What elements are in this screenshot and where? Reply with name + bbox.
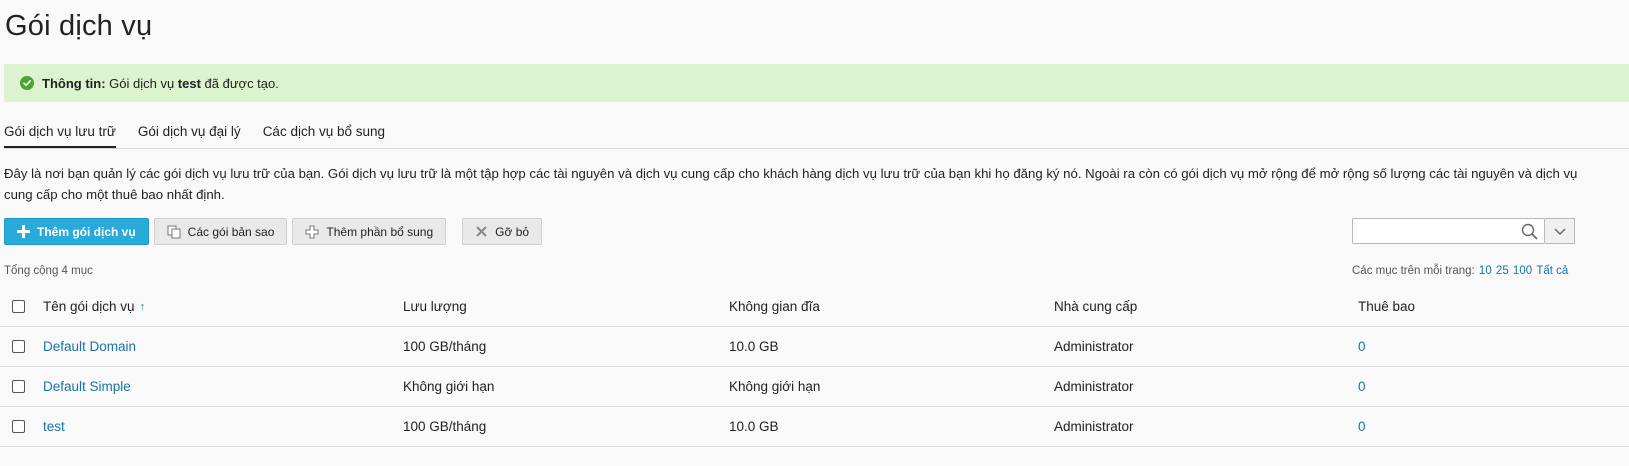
tabs: Gói dịch vụ lưu trữ Gói dịch vụ đại lý C… bbox=[4, 116, 1629, 149]
search-input[interactable] bbox=[1357, 220, 1521, 244]
plan-subscriptions-link[interactable]: 0 bbox=[1358, 367, 1366, 406]
per-page-25[interactable]: 25 bbox=[1496, 265, 1509, 277]
row-checkbox[interactable] bbox=[12, 380, 25, 393]
tab-reseller-plans[interactable]: Gói dịch vụ đại lý bbox=[138, 116, 241, 148]
page-title: Gói dịch vụ bbox=[5, 10, 153, 42]
toolbar: Thêm gói dịch vụ Các gói bản sao Thêm ph… bbox=[4, 218, 547, 245]
plan-provider: Administrator bbox=[1054, 379, 1134, 394]
table-row: test 100 GB/tháng 10.0 GB Administrator … bbox=[0, 407, 1629, 447]
close-icon bbox=[475, 225, 488, 238]
plan-name-link[interactable]: Default Simple bbox=[43, 367, 131, 406]
add-addon-button[interactable]: Thêm phần bổ sung bbox=[292, 218, 447, 245]
remove-label: Gỡ bỏ bbox=[495, 224, 530, 239]
plan-subscriptions-link[interactable]: 0 bbox=[1358, 407, 1366, 446]
search-box bbox=[1352, 218, 1545, 244]
plan-provider: Administrator bbox=[1054, 419, 1134, 434]
plan-traffic: 100 GB/tháng bbox=[403, 339, 487, 354]
table-row: Default Simple Không giới hạn Không giới… bbox=[0, 367, 1629, 407]
plan-disk: 10.0 GB bbox=[729, 419, 779, 434]
plan-name-link[interactable]: test bbox=[43, 407, 65, 446]
sort-ascending-icon: ↑ bbox=[139, 300, 146, 313]
check-circle-icon bbox=[20, 76, 34, 90]
add-addon-label: Thêm phần bổ sung bbox=[326, 224, 434, 239]
plus-icon bbox=[17, 225, 30, 238]
alert-label: Thông tin: bbox=[42, 75, 106, 91]
search-options-toggle[interactable] bbox=[1545, 218, 1575, 244]
table-header: Tên gói dịch vụ ↑ Lưu lượng Không gian đ… bbox=[0, 287, 1629, 327]
alert-plan-name: test bbox=[177, 75, 201, 91]
column-name-label: Tên gói dịch vụ bbox=[43, 299, 135, 314]
per-page-10[interactable]: 10 bbox=[1479, 265, 1492, 277]
chevron-down-icon bbox=[1554, 224, 1566, 239]
per-page-selector: Các mục trên mỗi trang: 10 25 100 Tất cả bbox=[1352, 265, 1568, 277]
plan-traffic: 100 GB/tháng bbox=[403, 419, 487, 434]
alert-text-after: đã được tạo. bbox=[200, 75, 279, 91]
tab-addons[interactable]: Các dịch vụ bổ sung bbox=[263, 116, 385, 148]
remove-button[interactable]: Gỡ bỏ bbox=[462, 218, 543, 245]
column-subscriptions-header[interactable]: Thuê bao bbox=[1358, 287, 1415, 326]
plan-name-link[interactable]: Default Domain bbox=[43, 327, 136, 366]
row-checkbox[interactable] bbox=[12, 420, 25, 433]
total-items: Tổng cộng 4 mục bbox=[4, 265, 93, 277]
search-icon[interactable] bbox=[1521, 223, 1538, 243]
per-page-100[interactable]: 100 bbox=[1513, 265, 1532, 277]
tab-hosting-plans[interactable]: Gói dịch vụ lưu trữ bbox=[4, 116, 116, 148]
select-all-checkbox[interactable] bbox=[12, 300, 25, 313]
column-disk-header[interactable]: Không gian đĩa bbox=[729, 287, 820, 326]
page-description: Đây là nơi bạn quản lý các gói dịch vụ l… bbox=[4, 166, 1578, 202]
per-page-label: Các mục trên mỗi trang: bbox=[1352, 265, 1475, 277]
plan-traffic: Không giới hạn bbox=[403, 379, 495, 394]
plus-outline-icon bbox=[305, 225, 319, 239]
add-plan-button[interactable]: Thêm gói dịch vụ bbox=[4, 218, 149, 245]
copy-plans-button[interactable]: Các gói bản sao bbox=[153, 218, 288, 245]
copy-icon bbox=[167, 225, 181, 239]
column-name-header[interactable]: Tên gói dịch vụ ↑ bbox=[43, 287, 145, 326]
plan-subscriptions-link[interactable]: 0 bbox=[1358, 327, 1366, 366]
plans-table: Tên gói dịch vụ ↑ Lưu lượng Không gian đ… bbox=[0, 287, 1629, 447]
column-traffic-header[interactable]: Lưu lượng bbox=[403, 287, 467, 326]
per-page-all[interactable]: Tất cả bbox=[1536, 265, 1568, 277]
plan-disk: Không giới hạn bbox=[729, 379, 821, 394]
plan-provider: Administrator bbox=[1054, 339, 1134, 354]
info-alert: Thông tin: Gói dịch vụ test đã được tạo. bbox=[4, 64, 1629, 102]
table-row: Default Domain 100 GB/tháng 10.0 GB Admi… bbox=[0, 327, 1629, 367]
column-provider-header[interactable]: Nhà cung cấp bbox=[1054, 287, 1137, 326]
row-checkbox[interactable] bbox=[12, 340, 25, 353]
copy-plans-label: Các gói bản sao bbox=[187, 224, 275, 239]
add-plan-label: Thêm gói dịch vụ bbox=[37, 224, 136, 239]
plan-disk: 10.0 GB bbox=[729, 339, 779, 354]
alert-text-before: Gói dịch vụ bbox=[105, 75, 178, 91]
